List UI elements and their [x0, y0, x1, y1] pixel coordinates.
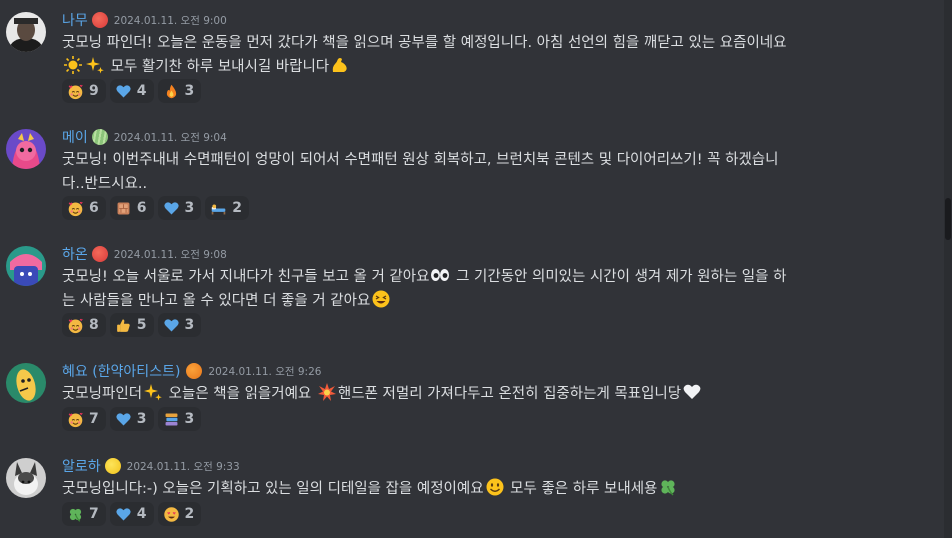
timestamp: 2024.01.11. 오전 9:04 [113, 131, 227, 144]
reaction[interactable]: 3 [157, 196, 202, 220]
blue-heart-icon [163, 200, 180, 217]
reaction-bar: 7 3 3 [62, 407, 202, 431]
flexed-biceps-icon [330, 55, 350, 75]
reaction[interactable]: 3 [109, 407, 154, 431]
scrollbar[interactable] [944, 0, 952, 538]
message-text: 굿모닝파인더 오늘은 책을 읽을거예요 핸드폰 저멀리 가져다두고 온전히 집중… [62, 382, 902, 406]
reaction[interactable]: 7 [62, 502, 106, 526]
collision-icon [317, 382, 337, 402]
blue-heart-icon [163, 317, 180, 334]
grinning-squinting-face-icon [371, 289, 391, 309]
brick-icon [115, 200, 132, 217]
avatar[interactable] [6, 12, 46, 52]
four-leaf-clover-icon [658, 477, 678, 497]
white-heart-icon [682, 382, 702, 402]
smiling-face-with-hearts-icon [67, 200, 84, 217]
books-icon [163, 411, 180, 428]
scrollbar-thumb[interactable] [945, 198, 951, 240]
timestamp: 2024.01.11. 오전 9:08 [113, 248, 227, 261]
reaction[interactable]: 9 [62, 79, 106, 103]
reaction[interactable]: 7 [62, 407, 106, 431]
reaction[interactable]: 2 [205, 196, 249, 220]
reaction[interactable]: 4 [109, 79, 154, 103]
message-text: 굿모닝 파인더! 오늘은 운동을 먼저 갔다가 책을 읽으며 공부를 할 예정입… [62, 35, 787, 75]
avatar[interactable] [6, 129, 46, 169]
avatar[interactable] [6, 246, 46, 286]
sun-icon [63, 55, 83, 75]
heart-eyes-icon [163, 506, 180, 523]
timestamp: 2024.01.11. 오전 9:00 [113, 14, 227, 27]
smiling-face-icon [485, 477, 505, 497]
reaction[interactable]: 8 [62, 313, 106, 337]
author-name[interactable]: 나무 [62, 10, 88, 30]
smiling-face-with-hearts-icon [67, 317, 84, 334]
sparkles-icon [143, 382, 163, 402]
blue-heart-icon [115, 411, 132, 428]
author-name[interactable]: 메이 [62, 127, 88, 147]
sleeping-bed-icon [210, 200, 227, 217]
fire-icon [163, 83, 180, 100]
lemon-badge-icon [104, 458, 121, 474]
message-feed: 나무 2024.01.11. 오전 9:00 굿모닝 파인더! 오늘은 운동을 … [0, 0, 944, 538]
four-leaf-clover-icon [67, 506, 84, 523]
reaction[interactable]: 3 [157, 79, 202, 103]
reaction[interactable]: 6 [109, 196, 154, 220]
tangerine-badge-icon [186, 363, 203, 379]
timestamp: 2024.01.11. 오전 9:26 [208, 365, 322, 378]
reaction[interactable]: 3 [157, 313, 202, 337]
author-name[interactable]: 혜요 (한약아티스트) [62, 361, 180, 381]
reaction-bar: 6 6 3 2 [62, 196, 249, 220]
reaction-bar: 9 4 3 [62, 79, 202, 103]
sparkles-icon [85, 55, 105, 75]
reaction-bar: 8 5 3 [62, 313, 202, 337]
smiling-face-with-hearts-icon [67, 83, 84, 100]
author-name[interactable]: 알로하 [62, 456, 101, 476]
reaction[interactable]: 4 [109, 502, 154, 526]
eyes-icon [430, 265, 450, 285]
author-name[interactable]: 하온 [62, 244, 88, 264]
peach-badge-icon [91, 12, 108, 28]
reaction[interactable]: 2 [157, 502, 202, 526]
reaction[interactable]: 6 [62, 196, 106, 220]
message-text: 굿모닝! 이번주내내 수면패턴이 엉망이 되어서 수면패턴 원상 회복하고, 브… [62, 152, 779, 192]
blue-heart-icon [115, 83, 132, 100]
peach-badge-icon [91, 246, 108, 262]
melon-badge-icon [91, 129, 108, 145]
timestamp: 2024.01.11. 오전 9:33 [126, 460, 240, 473]
message-text: 굿모닝입니다:-) 오늘은 기획하고 있는 일의 디테일을 잡을 예정이예요 모… [62, 477, 902, 501]
smiling-face-with-hearts-icon [67, 411, 84, 428]
reaction-bar: 7 4 2 [62, 502, 202, 526]
reaction[interactable]: 3 [157, 407, 202, 431]
blue-heart-icon [115, 506, 132, 523]
reaction[interactable]: 5 [109, 313, 154, 337]
message-text: 굿모닝! 오늘 서울로 가서 지내다가 친구들 보고 올 거 같아요 그 기간동… [62, 265, 902, 313]
avatar[interactable] [6, 458, 46, 498]
thumbs-up-icon [115, 317, 132, 334]
avatar[interactable] [6, 363, 46, 403]
